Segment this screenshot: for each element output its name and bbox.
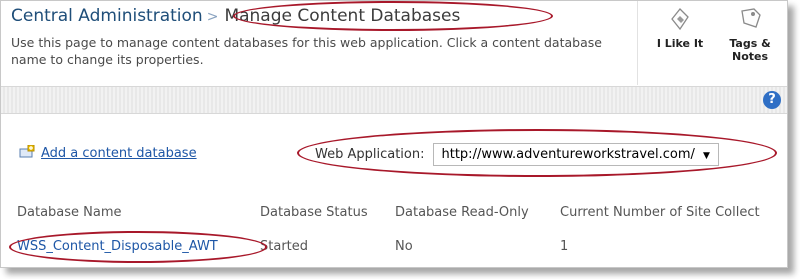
ribbon-strip: ? (1, 86, 787, 114)
main-content: Add a content database Web Application: h… (1, 113, 787, 267)
database-read-only-cell: No (395, 239, 413, 254)
page-description: Use this page to manage content database… (11, 35, 602, 67)
tags-notes-button[interactable]: Tags & Notes (722, 5, 778, 63)
web-application-dropdown[interactable]: http://www.adventureworkstravel.com/ ▼ (432, 143, 719, 166)
screenshot-frame: Central Administration > Manage Content Da… (0, 0, 788, 268)
tags-notes-label: Tags & Notes (729, 37, 771, 63)
social-tools: I Like It Tags & Notes (637, 1, 787, 85)
page-header: Central Administration > Manage Content Da… (1, 1, 787, 85)
web-application-value: http://www.adventureworkstravel.com/ (441, 147, 695, 162)
i-like-it-button[interactable]: I Like It (652, 5, 708, 50)
column-header-database-status[interactable]: Database Status (260, 205, 368, 220)
help-icon[interactable]: ? (763, 91, 781, 109)
page-title: Manage Content Databases (224, 6, 461, 26)
database-status-cell: Started (260, 239, 309, 254)
column-header-database-name[interactable]: Database Name (17, 205, 122, 220)
breadcrumb: Central Administration > Manage Content Da… (11, 6, 460, 26)
i-like-it-label: I Like It (656, 37, 704, 50)
breadcrumb-root-link[interactable]: Central Administration (11, 6, 203, 26)
add-database-icon (19, 144, 35, 163)
thumbs-up-tag-icon (671, 8, 689, 31)
web-application-selector: Web Application: http://www.adventurework… (315, 143, 719, 166)
chevron-down-icon: ▼ (702, 151, 710, 161)
web-application-label: Web Application: (315, 147, 425, 162)
add-content-database-link[interactable]: Add a content database (19, 144, 197, 163)
add-content-database-label: Add a content database (41, 146, 197, 161)
breadcrumb-separator: > (206, 9, 219, 25)
column-header-site-collections[interactable]: Current Number of Site Collect (560, 205, 760, 220)
database-name-link[interactable]: WSS_Content_Disposable_AWT (17, 239, 218, 254)
column-header-database-read-only[interactable]: Database Read-Only (395, 205, 529, 220)
tag-notes-icon (741, 8, 761, 28)
site-collection-count-cell: 1 (560, 239, 569, 254)
